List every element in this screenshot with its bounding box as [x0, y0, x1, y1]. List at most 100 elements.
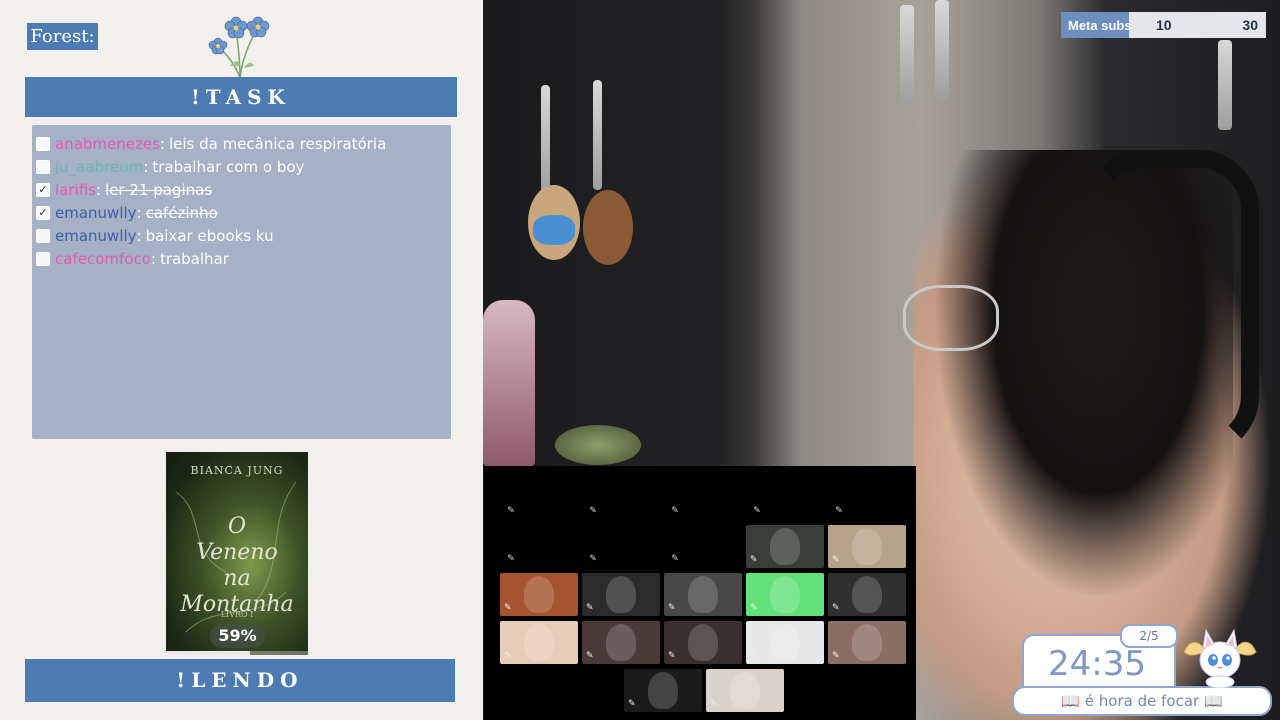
participant-tile[interactable]: ✎ — [500, 621, 578, 664]
muted-mic-icon: ✎ — [832, 651, 840, 661]
muted-mic-icon: ✎ — [753, 506, 761, 516]
task-text: cafézinho — [145, 204, 218, 222]
timer-caption: 📖 é hora de focar 📖 — [1012, 686, 1272, 716]
muted-mic-icon: ✎ — [589, 554, 597, 564]
book-subtitle: LIVRO I — [220, 610, 254, 619]
pomodoro-timer: 2/5 24:35 📖 é hora de focar 📖 — [1012, 622, 1272, 720]
headset — [1083, 150, 1259, 456]
task-username: emanuwlly — [55, 227, 137, 245]
participant-avatar — [688, 624, 718, 661]
book-title-line: Veneno — [196, 540, 278, 565]
participant-avatar — [770, 624, 800, 661]
participant-tile[interactable]: ✎ — [582, 621, 660, 664]
task-username: anabmenezes — [55, 135, 160, 153]
cabinet-handle — [593, 80, 602, 190]
muted-mic-icon: ✎ — [507, 554, 515, 564]
forest-label: Forest: — [27, 23, 98, 50]
glasses — [903, 285, 999, 351]
timer-time: 24:35 — [1048, 644, 1146, 684]
participant-avatar — [524, 624, 554, 661]
muted-mic-icon: ✎ — [832, 555, 840, 565]
participant-tile[interactable]: ✎ — [664, 573, 742, 616]
task-text: trabalhar com o boy — [152, 158, 305, 176]
participant-avatar — [852, 576, 882, 613]
task-separator: : — [150, 250, 156, 268]
video-call-grid: ✎ ✎ ✎ ✎ ✎ ✎ ✎ ✎ ✎ ✎ ✎ ✎ ✎ ✎ ✎ ✎ ✎ ✎ ✎ ✎ ✎ ✎ — [484, 466, 916, 720]
participant-avatar — [648, 672, 678, 709]
task-item: anabmenezes: leis da mecânica respiratór… — [36, 133, 386, 155]
participant-tile[interactable]: ✎ — [582, 573, 660, 616]
task-section-header: !TASK — [25, 77, 457, 117]
book-cover: BIANCA JUNG O Veneno na Montanha LIVRO I… — [166, 452, 308, 655]
muted-mic-icon: ✎ — [586, 603, 594, 613]
task-checkbox-checked: ✓ — [36, 183, 50, 197]
task-checkbox-checked: ✓ — [36, 206, 50, 220]
cabinet-handle — [935, 0, 949, 100]
participant-tile[interactable]: ✎ — [746, 621, 824, 664]
task-text: baixar ebooks ku — [145, 227, 274, 245]
participant-avatar — [688, 576, 718, 613]
cabinet-handle — [900, 5, 914, 105]
participant-tile[interactable]: ✎ — [828, 525, 906, 568]
task-username: larifis — [55, 181, 96, 199]
task-separator: : — [95, 181, 102, 199]
reading-progress-bar — [166, 651, 308, 655]
task-text: ler 21 paginas — [105, 181, 213, 199]
muted-mic-icon: ✎ — [668, 651, 676, 661]
muted-mic-icon: ✎ — [832, 603, 840, 613]
participant-tile[interactable]: ✎ — [706, 669, 784, 712]
task-item: ✓ larifis: ler 21 paginas — [36, 179, 212, 201]
reading-progress-fill — [166, 651, 250, 655]
muted-mic-icon: ✎ — [710, 699, 718, 709]
muted-mic-icon: ✎ — [668, 603, 676, 613]
muted-mic-icon: ✎ — [628, 699, 636, 709]
participant-tile[interactable]: ✎ — [624, 669, 702, 712]
subscriber-goal-bar: Meta subs 10 30 — [1061, 12, 1266, 38]
teddy-shirt — [533, 215, 575, 245]
task-checkbox — [36, 137, 50, 151]
task-username: emanuwlly — [55, 204, 137, 222]
participant-avatar — [852, 624, 882, 661]
muted-mic-icon: ✎ — [504, 651, 512, 661]
capybara-plush — [583, 190, 633, 265]
flower-decoration-icon — [208, 16, 270, 79]
task-checkbox — [36, 252, 50, 266]
participant-tile[interactable]: ✎ — [746, 573, 824, 616]
participant-avatar — [606, 576, 636, 613]
participant-tile[interactable]: ✎ — [746, 525, 824, 568]
task-item: ✓ emanuwlly: cafézinho — [36, 202, 218, 224]
task-separator: : — [143, 158, 149, 176]
cabinet-handle — [1218, 40, 1232, 130]
task-text: leis da mecânica respiratória — [168, 135, 387, 153]
muted-mic-icon: ✎ — [750, 555, 758, 565]
cabinet-handle — [541, 85, 550, 195]
task-separator: : — [136, 204, 142, 222]
participant-tile[interactable]: ✎ — [664, 621, 742, 664]
task-checkbox — [36, 229, 50, 243]
subscriber-goal-current: 10 — [1156, 17, 1172, 33]
muted-mic-icon: ✎ — [671, 506, 679, 516]
muted-mic-icon: ✎ — [671, 554, 679, 564]
muted-mic-icon: ✎ — [589, 506, 597, 516]
participant-tile[interactable]: ✎ — [500, 573, 578, 616]
task-item: ju_aabreum: trabalhar com o boy — [36, 156, 304, 178]
task-text: trabalhar — [159, 250, 229, 268]
participant-avatar — [524, 576, 554, 613]
task-username: ju_aabreum — [55, 158, 144, 176]
participant-tile[interactable]: ✎ — [828, 573, 906, 616]
subscriber-goal-target: 30 — [1242, 17, 1258, 33]
task-item: cafecomfoco: trabalhar — [36, 248, 229, 270]
muted-mic-icon: ✎ — [507, 506, 515, 516]
participant-avatar — [606, 624, 636, 661]
task-list: anabmenezes: leis da mecânica respiratór… — [32, 125, 451, 439]
participant-avatar — [770, 576, 800, 613]
muted-mic-icon: ✎ — [750, 651, 758, 661]
task-checkbox — [36, 160, 50, 174]
reading-section-header: !LENDO — [25, 659, 455, 702]
participant-tile[interactable]: ✎ — [828, 621, 906, 664]
mate-gourd — [555, 425, 641, 465]
book-title-line: na — [223, 566, 251, 591]
muted-mic-icon: ✎ — [750, 603, 758, 613]
participant-avatar — [770, 528, 800, 565]
book-author: BIANCA JUNG — [190, 464, 284, 477]
